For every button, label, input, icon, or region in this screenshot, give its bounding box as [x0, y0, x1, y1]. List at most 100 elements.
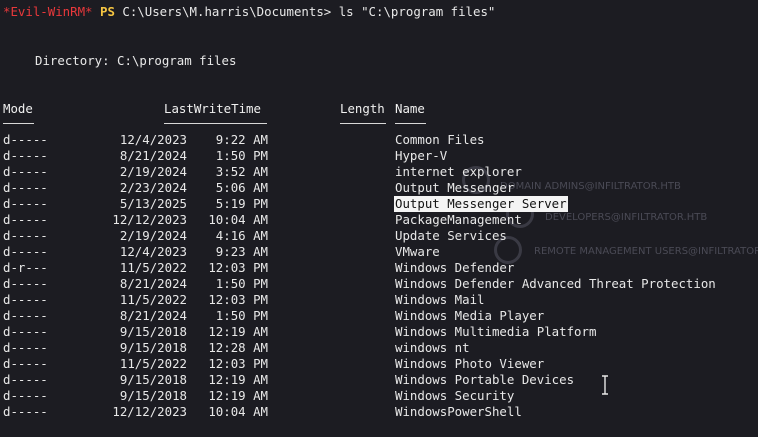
- row-date: 2/19/2024: [119, 164, 187, 179]
- row-mode: d-r---: [3, 260, 48, 275]
- row-time: 5:19 PM: [215, 196, 268, 211]
- row-name: Windows Mail: [395, 292, 485, 307]
- terminal-window[interactable]: DOMAIN ADMINS@INFILTRATOR.HTB DEVELOPERS…: [0, 0, 758, 437]
- evil-winrm-tag: *Evil-WinRM*: [3, 4, 93, 19]
- row-name: Hyper-V: [395, 148, 448, 163]
- row-date: 12/12/2023: [112, 212, 187, 227]
- row-date: 9/15/2018: [119, 340, 187, 355]
- row-name: WindowsPowerShell: [395, 404, 522, 419]
- row-time: 12:03 PM: [208, 292, 268, 307]
- row-date: 8/21/2024: [119, 276, 187, 291]
- table-row: d----- 8/21/2024 1:50 PM Hyper-V: [0, 148, 758, 164]
- table-row: d----- 12/12/2023 10:04 AM WindowsPowerShel…: [0, 404, 758, 420]
- row-mode: d-----: [3, 196, 48, 211]
- row-date: 9/15/2018: [119, 388, 187, 403]
- row-mode: d-----: [3, 292, 48, 307]
- row-name: Common Files: [395, 132, 485, 147]
- row-mode: d-----: [3, 372, 48, 387]
- row-date: 5/13/2025: [119, 196, 187, 211]
- row-time: 12:19 AM: [208, 324, 268, 339]
- table-row: d----- 8/21/2024 1:50 PM Windows Defender A…: [0, 276, 758, 292]
- directory-line: Directory: C:\program files: [35, 53, 237, 68]
- table-row: d----- 9/15/2018 12:19 AM Windows Portable …: [0, 372, 758, 388]
- row-date: 8/21/2024: [119, 308, 187, 323]
- underline-name: [395, 123, 426, 124]
- row-time: 1:50 PM: [215, 308, 268, 323]
- row-date: 11/5/2022: [119, 356, 187, 371]
- row-time: 12:19 AM: [208, 372, 268, 387]
- table-row: d----- 9/15/2018 12:19 AM Windows Security: [0, 388, 758, 404]
- row-time: 9:22 AM: [215, 132, 268, 147]
- underline-length: [340, 123, 386, 124]
- row-time: 9:23 AM: [215, 244, 268, 259]
- row-name-selected: Output Messenger Server: [394, 196, 568, 212]
- row-mode: d-----: [3, 164, 48, 179]
- row-name: Windows Multimedia Platform: [395, 324, 597, 339]
- row-mode: d-----: [3, 212, 48, 227]
- row-time: 12:19 AM: [208, 388, 268, 403]
- row-name: internet explorer: [395, 164, 522, 179]
- row-date: 12/4/2023: [119, 132, 187, 147]
- row-name: Windows Defender: [395, 260, 515, 275]
- table-row: d-r--- 11/5/2022 12:03 PM Windows Defender: [0, 260, 758, 276]
- row-mode: d-----: [3, 244, 48, 259]
- row-mode: d-----: [3, 228, 48, 243]
- row-name: VMware: [395, 244, 440, 259]
- row-mode: d-----: [3, 356, 48, 371]
- table-row: d----- 2/19/2024 4:16 AM Update Services: [0, 228, 758, 244]
- table-row: d----- 8/21/2024 1:50 PM Windows Media Play…: [0, 308, 758, 324]
- row-mode: d-----: [3, 180, 48, 195]
- text-cursor-icon: [602, 375, 608, 395]
- table-row: d----- 2/19/2024 3:52 AM internet explorer: [0, 164, 758, 180]
- row-name: Windows Photo Viewer: [395, 356, 545, 371]
- row-name: Windows Portable Devices: [395, 372, 575, 387]
- row-date: 11/5/2022: [119, 260, 187, 275]
- row-time: 10:04 AM: [208, 212, 268, 227]
- row-mode: d-----: [3, 324, 48, 339]
- row-date: 9/15/2018: [119, 324, 187, 339]
- row-name: Output Messenger: [395, 180, 515, 195]
- table-row: d----- 12/4/2023 9:22 AM Common Files: [0, 132, 758, 148]
- table-row: d----- 11/5/2022 12:03 PM Windows Photo Vie…: [0, 356, 758, 372]
- header-lastwritetime: LastWriteTime: [164, 101, 261, 116]
- row-mode: d-----: [3, 132, 48, 147]
- row-mode: d-----: [3, 388, 48, 403]
- row-date: 12/12/2023: [112, 404, 187, 419]
- underline-lastwritetime: [164, 123, 267, 124]
- table-row: d----- 12/4/2023 9:23 AM VMware: [0, 244, 758, 260]
- table-row: d----- 9/15/2018 12:28 AM windows nt: [0, 340, 758, 356]
- row-time: 5:06 AM: [215, 180, 268, 195]
- row-time: 1:50 PM: [215, 276, 268, 291]
- row-mode: d-----: [3, 276, 48, 291]
- row-date: 8/21/2024: [119, 148, 187, 163]
- header-name: Name: [395, 101, 425, 116]
- row-date: 12/4/2023: [119, 244, 187, 259]
- prompt-line: *Evil-WinRM* PS C:\Users\M.harris\Docume…: [3, 4, 495, 20]
- ps-label: PS: [100, 4, 115, 19]
- row-name: PackageManagement: [395, 212, 522, 227]
- header-mode: Mode: [3, 101, 33, 116]
- row-mode: d-----: [3, 340, 48, 355]
- command-text: C:\Users\M.harris\Documents> ls "C:\prog…: [114, 4, 496, 19]
- row-name: Windows Media Player: [395, 308, 545, 323]
- table-row: d----- 5/13/2025 5:19 PM Output Messenger S…: [0, 196, 758, 212]
- row-name: Windows Security: [395, 388, 515, 403]
- header-length: Length: [340, 101, 385, 116]
- row-time: 12:03 PM: [208, 260, 268, 275]
- row-date: 2/19/2024: [119, 228, 187, 243]
- row-date: 11/5/2022: [119, 292, 187, 307]
- row-name: windows nt: [395, 340, 470, 355]
- row-name: Windows Defender Advanced Threat Protect…: [395, 276, 716, 291]
- row-time: 4:16 AM: [215, 228, 268, 243]
- row-mode: d-----: [3, 308, 48, 323]
- row-mode: d-----: [3, 404, 48, 419]
- row-time: 3:52 AM: [215, 164, 268, 179]
- row-name: Update Services: [395, 228, 507, 243]
- row-mode: d-----: [3, 148, 48, 163]
- row-date: 2/23/2024: [119, 180, 187, 195]
- table-row: d----- 11/5/2022 12:03 PM Windows Mail: [0, 292, 758, 308]
- row-time: 10:04 AM: [208, 404, 268, 419]
- row-date: 9/15/2018: [119, 372, 187, 387]
- row-time: 1:50 PM: [215, 148, 268, 163]
- row-time: 12:03 PM: [208, 356, 268, 371]
